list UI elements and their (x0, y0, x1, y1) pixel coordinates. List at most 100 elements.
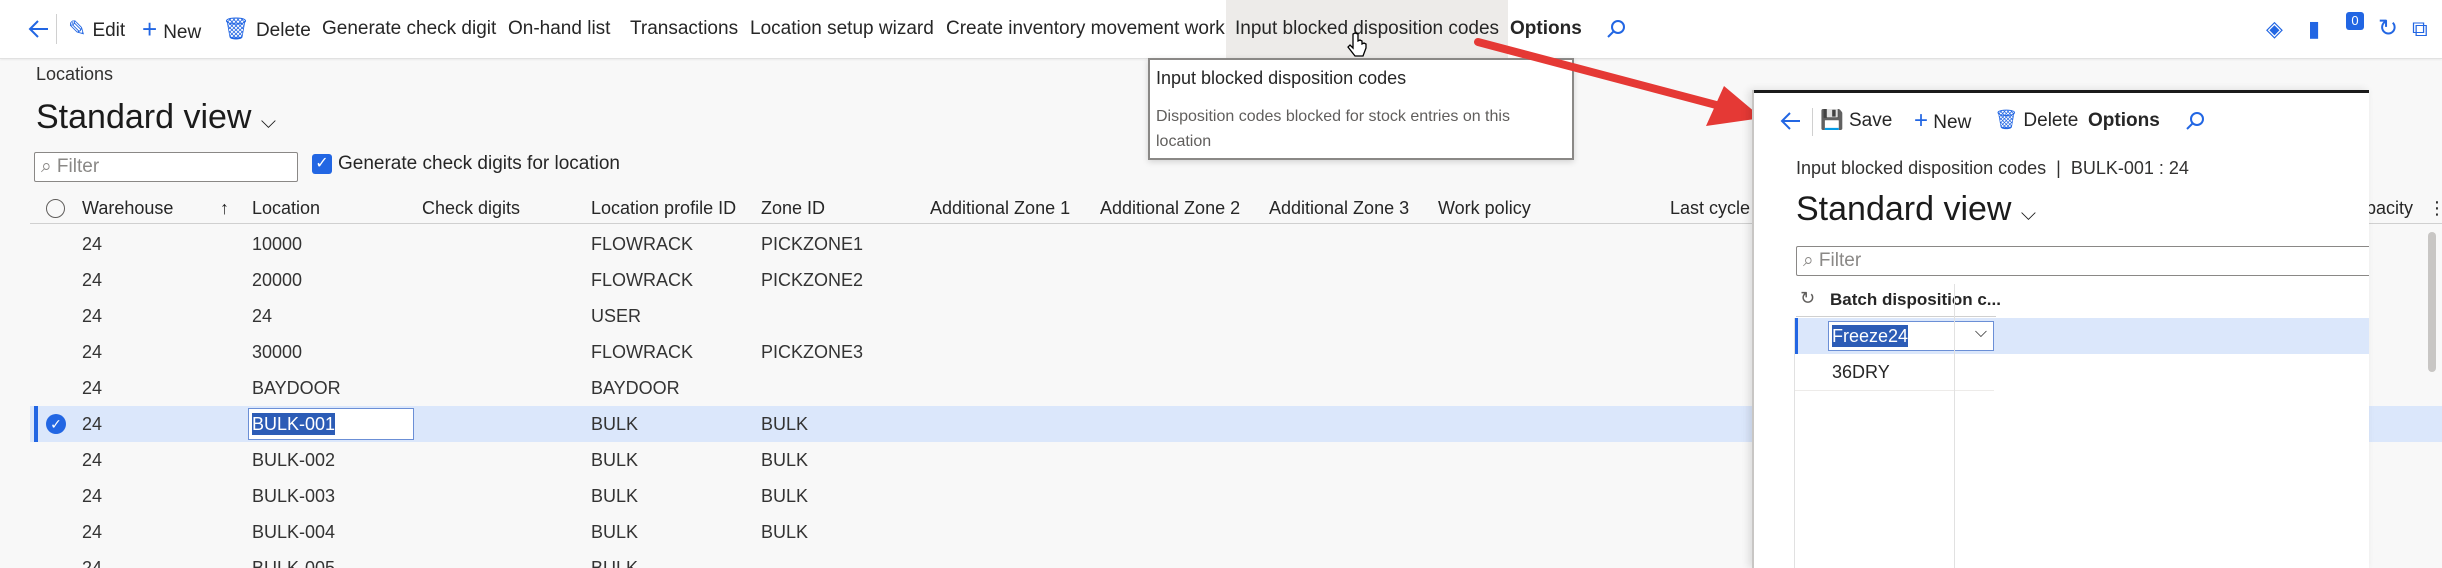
cell-warehouse: 24 (82, 558, 103, 568)
panel-delete-button[interactable]: 🗑 Delete (1994, 104, 2078, 138)
chevron-down-icon[interactable]: ⌵ (1975, 324, 1987, 342)
sort-ascending-icon[interactable]: ↑ (220, 193, 229, 223)
filter-placeholder: Filter (1818, 250, 1862, 271)
panel-save-button[interactable]: 💾 Save (1820, 104, 1892, 138)
cell-location[interactable]: BULK-002 (252, 442, 335, 478)
cell-location[interactable]: 10000 (252, 226, 302, 262)
on-hand-list-button[interactable]: On-hand list (508, 0, 610, 58)
column-last-cycle-count[interactable]: Last cycle c (1670, 193, 1764, 223)
cell-zone-id: BULK (761, 414, 809, 434)
cell-location[interactable]: 24 (252, 298, 272, 334)
panel-new-button[interactable]: + New (1914, 104, 1971, 138)
generate-check-digits-checkbox[interactable]: ✓ (312, 154, 332, 174)
trash-icon: 🗑 (222, 16, 250, 41)
cell-location-profile: BULK (591, 486, 639, 506)
column-location[interactable]: Location (252, 193, 320, 223)
panel-filter-input[interactable]: ⌕ Filter (1796, 246, 2369, 276)
column-additional-zone-3[interactable]: Additional Zone 3 (1269, 193, 1409, 223)
column-warehouse[interactable]: Warehouse (82, 193, 173, 223)
edit-button[interactable]: ✎ Edit (68, 0, 125, 58)
cell-location-profile: BAYDOOR (591, 378, 680, 398)
column-work-policy[interactable]: Work policy (1438, 193, 1531, 223)
cell-warehouse: 24 (82, 522, 103, 542)
trash-icon: 🗑 (1994, 110, 2019, 131)
panel-back-button[interactable] (1780, 104, 1802, 138)
disposition-code-value[interactable]: Freeze24 (1832, 325, 1909, 347)
select-all-radio[interactable] (46, 199, 65, 218)
toolbar-divider (56, 14, 57, 44)
cell-location-profile: BULK (591, 414, 639, 434)
cell-location-profile: USER (591, 306, 642, 326)
delete-label: Delete (2023, 110, 2079, 131)
delete-button[interactable]: 🗑 Delete (222, 0, 311, 58)
cell-location[interactable]: 30000 (252, 334, 302, 370)
cell-location[interactable]: BULK-004 (252, 514, 335, 550)
cell-location-profile: BULK (591, 450, 639, 470)
disposition-code-value[interactable]: 36DRY (1832, 362, 1890, 383)
generate-check-digits-label: Generate check digits for location (338, 153, 620, 174)
chevron-down-icon: ⌵ (2020, 203, 2037, 225)
column-location-profile-id[interactable]: Location profile ID (591, 193, 736, 223)
new-label: New (163, 22, 202, 43)
cell-warehouse: 24 (82, 486, 103, 506)
cell-location[interactable]: BULK-005 (252, 550, 335, 568)
refresh-icon[interactable]: ↻ (1800, 288, 1815, 309)
save-label: Save (1848, 110, 1893, 131)
back-button[interactable] (28, 0, 50, 58)
cell-warehouse: 24 (82, 378, 103, 398)
create-inventory-movement-work-button[interactable]: Create inventory movement work (946, 0, 1225, 58)
column-additional-zone-1[interactable]: Additional Zone 1 (930, 193, 1070, 223)
disposition-code-combobox[interactable]: Freeze24 ⌵ (1828, 321, 1994, 351)
cell-zone-id: BULK (761, 486, 809, 506)
panel-divider (1812, 108, 1813, 136)
office-button[interactable]: ▮ (2308, 0, 2320, 58)
notifications-button[interactable]: 0 (2346, 0, 2364, 58)
plus-icon: + (142, 14, 158, 44)
transactions-button[interactable]: Transactions (630, 0, 738, 58)
panel-options-button[interactable]: Options (2088, 104, 2160, 138)
view-selector[interactable]: Standard view ⌵ (36, 98, 276, 137)
grid-scrollbar[interactable] (2428, 232, 2436, 372)
cell-location[interactable]: BAYDOOR (252, 370, 341, 406)
cell-warehouse: 24 (82, 450, 103, 470)
location-edit-field[interactable]: BULK-001 (248, 408, 414, 440)
panel-view-selector[interactable]: Standard view ⌵ (1796, 190, 2036, 229)
generate-check-digit-button[interactable]: Generate check digit (322, 0, 496, 58)
column-batch-disposition-code[interactable]: Batch disposition c... (1830, 290, 2001, 310)
cell-location[interactable]: BULK-001 (252, 413, 336, 435)
filter-input[interactable]: ⌕ Filter (34, 152, 298, 182)
panel-grid-column-border (1954, 284, 1955, 568)
refresh-button[interactable]: ↻ (2378, 0, 2398, 58)
location-setup-wizard-button[interactable]: Location setup wizard (750, 0, 934, 58)
cell-zone-id: PICKZONE1 (761, 234, 864, 254)
action-pane: ✎ Edit + New 🗑 Delete Generate check digit … (0, 0, 2442, 59)
column-capacity[interactable]: pacity (2366, 193, 2413, 223)
column-zone-id[interactable]: Zone ID (761, 193, 825, 223)
cell-location[interactable]: 20000 (252, 262, 302, 298)
column-additional-zone-2[interactable]: Additional Zone 2 (1100, 193, 1240, 223)
save-icon: 💾 (1820, 110, 1844, 131)
cell-warehouse: 24 (82, 234, 103, 254)
panel-row-selected[interactable]: Freeze24 ⌵ (1794, 318, 2369, 354)
blocked-disposition-codes-panel: 💾 Save + New 🗑 Delete Options Input bloc… (1752, 90, 2369, 568)
panel-row[interactable]: 36DRY (1794, 354, 1994, 391)
panel-title: Standard view (1796, 190, 2012, 228)
breadcrumb: Locations (36, 64, 114, 84)
back-arrow-icon (1780, 112, 1800, 130)
panel-search-button[interactable] (2184, 104, 2206, 138)
power-apps-button[interactable]: ◈ (2266, 0, 2283, 58)
panel-grid-left-border (1794, 318, 1795, 568)
office-icon: ▮ (2308, 16, 2321, 41)
column-menu-icon[interactable]: ⋮ (2428, 193, 2442, 223)
cell-warehouse: 24 (82, 270, 103, 290)
open-new-window-button[interactable]: ⧉ (2412, 0, 2428, 58)
row-selected-check-icon[interactable]: ✓ (46, 414, 66, 434)
notification-badge: 0 (2346, 12, 2364, 30)
column-check-digits[interactable]: Check digits (422, 193, 520, 223)
cell-location[interactable]: BULK-003 (252, 478, 335, 514)
cell-location-profile: FLOWRACK (591, 342, 694, 362)
panel-breadcrumb: Input blocked disposition codes | BULK-0… (1796, 158, 2189, 178)
new-button[interactable]: + New (142, 0, 201, 58)
checkmark-icon: ✓ (315, 155, 329, 172)
red-arrow-annotation (1474, 38, 1762, 126)
